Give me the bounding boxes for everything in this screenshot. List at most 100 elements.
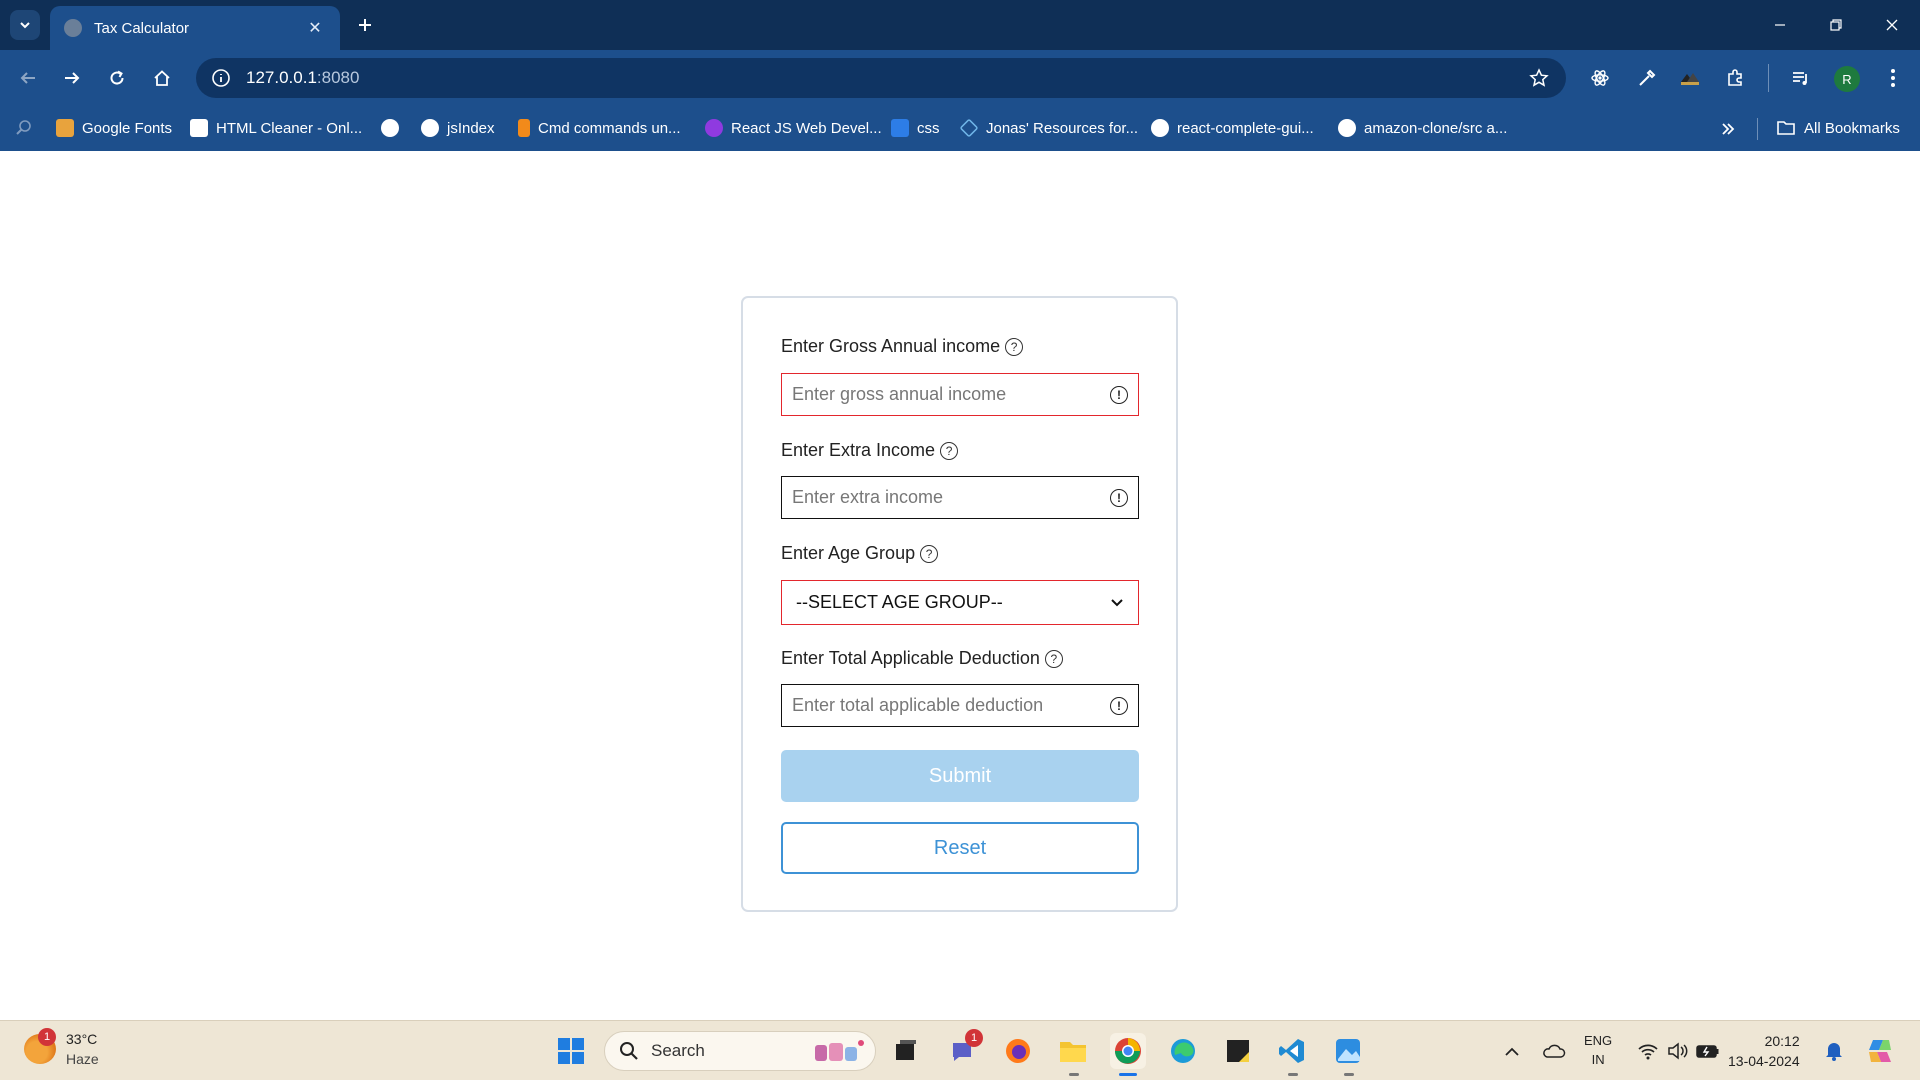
extra-income-label: Enter Extra Income ?: [781, 440, 959, 461]
bookmark-google-fonts[interactable]: Google Fonts: [56, 115, 172, 141]
media-controls-button[interactable]: [1786, 63, 1816, 93]
more-bookmarks-button[interactable]: [1716, 118, 1740, 140]
submit-button[interactable]: Submit: [781, 750, 1139, 802]
bookmark-unnamed[interactable]: [381, 115, 399, 141]
speaker-icon: [1668, 1042, 1688, 1060]
double-chevron-right-icon: [1722, 123, 1735, 135]
show-hidden-icons-button[interactable]: [1494, 1033, 1530, 1069]
jsindex-icon: [421, 119, 439, 137]
site-info-icon[interactable]: [208, 65, 234, 91]
search-icon: [620, 1042, 638, 1060]
css-icon: [891, 119, 909, 137]
chrome-menu-button[interactable]: [1878, 63, 1908, 93]
running-indicator: [1069, 1073, 1079, 1076]
bell-icon: [1826, 1043, 1842, 1061]
globe-icon: [64, 19, 82, 37]
teams-chat-button[interactable]: 1: [945, 1029, 983, 1069]
language-indicator[interactable]: ENG IN: [1584, 1031, 1612, 1069]
search-icon[interactable]: [14, 118, 34, 138]
photos-button[interactable]: [1330, 1033, 1366, 1069]
vscode-button[interactable]: [1274, 1033, 1310, 1069]
react-devtools-extension[interactable]: [1585, 63, 1615, 93]
system-clock[interactable]: 20:12 13-04-2024: [1728, 1031, 1800, 1071]
forward-button[interactable]: [57, 63, 87, 93]
help-icon[interactable]: ?: [1044, 649, 1063, 668]
bookmark-jsindex[interactable]: jsIndex: [421, 115, 495, 141]
bookmark-html-cleaner[interactable]: HTML Cleaner - Onl...: [190, 115, 362, 141]
windows-logo-icon: [558, 1038, 584, 1064]
restore-button[interactable]: [1808, 0, 1864, 50]
browser-title-bar: Tax Calculator ✕: [0, 0, 1920, 50]
task-view-icon: [896, 1040, 916, 1060]
help-icon[interactable]: ?: [1005, 337, 1024, 356]
back-button[interactable]: [13, 63, 43, 93]
start-button[interactable]: [553, 1033, 589, 1069]
reload-icon: [110, 70, 124, 85]
battery-charging-icon: [1696, 1045, 1719, 1058]
weather-widget[interactable]: 1 33°C Haze: [24, 1028, 99, 1069]
reset-button[interactable]: Reset: [781, 822, 1139, 874]
bookmarks-bar: Google Fonts HTML Cleaner - Onl... jsInd…: [0, 106, 1920, 151]
edge-button[interactable]: [1165, 1033, 1201, 1069]
bookmark-label: React JS Web Devel...: [731, 119, 882, 137]
bookmark-label: css: [917, 119, 940, 137]
taskbar-search-label: Search: [651, 1041, 705, 1060]
bookmark-cmd-commands[interactable]: Cmd commands un...: [518, 115, 681, 141]
gross-income-label: Enter Gross Annual income ?: [781, 336, 1024, 357]
eyedropper-icon: [1639, 69, 1656, 86]
task-view-button[interactable]: [888, 1033, 924, 1069]
extension-button[interactable]: [1675, 63, 1705, 93]
color-picker-extension[interactable]: [1632, 63, 1662, 93]
file-explorer-button[interactable]: [1055, 1033, 1091, 1069]
url-port: :8080: [316, 68, 360, 87]
playlist-icon: [1793, 72, 1807, 85]
all-bookmarks-button[interactable]: All Bookmarks: [1776, 115, 1900, 141]
copilot-button[interactable]: [1862, 1033, 1898, 1069]
sticky-notes-button[interactable]: [1220, 1033, 1256, 1069]
extensions-button[interactable]: [1720, 63, 1750, 93]
github-icon: [1151, 119, 1169, 137]
battery-button[interactable]: [1690, 1033, 1726, 1069]
onedrive-button[interactable]: [1536, 1033, 1572, 1069]
bookmark-react-complete-guide[interactable]: react-complete-gui...: [1151, 115, 1314, 141]
new-tab-button[interactable]: [350, 10, 380, 40]
tab-search-button[interactable]: [10, 10, 40, 40]
browser-toolbar: 127.0.0.1 :8080 R: [0, 50, 1920, 106]
gross-income-input[interactable]: Enter gross annual income !: [781, 373, 1139, 416]
home-button[interactable]: [147, 63, 177, 93]
tab-tax-calculator[interactable]: Tax Calculator ✕: [50, 6, 340, 50]
bookmark-jonas-resources[interactable]: Jonas' Resources for...: [959, 115, 1138, 141]
bookmark-amazon-clone[interactable]: amazon-clone/src a...: [1338, 115, 1507, 141]
toolbar-divider: [1768, 64, 1769, 92]
search-highlight-icon: [815, 1040, 864, 1061]
address-bar[interactable]: 127.0.0.1 :8080: [196, 58, 1566, 98]
tax-calculator-form: Enter Gross Annual income ? Enter gross …: [741, 296, 1178, 912]
bookmark-css[interactable]: css: [891, 115, 940, 141]
atom-icon: [1591, 70, 1609, 86]
taskbar-search[interactable]: Search: [604, 1031, 876, 1071]
age-group-select[interactable]: --SELECT AGE GROUP--: [781, 580, 1139, 625]
bookmark-label: Cmd commands un...: [538, 119, 681, 137]
error-info-icon[interactable]: !: [1110, 385, 1128, 404]
chrome-button[interactable]: [1110, 1033, 1146, 1069]
reload-button[interactable]: [102, 63, 132, 93]
clock-date: 13-04-2024: [1728, 1053, 1800, 1069]
profile-avatar[interactable]: R: [1834, 66, 1860, 92]
extra-income-input[interactable]: Enter extra income !: [781, 476, 1139, 519]
error-info-icon[interactable]: !: [1110, 488, 1128, 507]
bookmark-label: react-complete-gui...: [1177, 119, 1314, 137]
sun-haze-icon: 1: [24, 1028, 56, 1064]
help-icon[interactable]: ?: [920, 544, 939, 563]
edge-icon: [1171, 1039, 1195, 1063]
bookmark-react-js[interactable]: React JS Web Devel...: [705, 115, 882, 141]
notifications-button[interactable]: [1816, 1033, 1852, 1069]
minimize-button[interactable]: [1752, 0, 1808, 50]
close-window-button[interactable]: [1864, 0, 1920, 50]
tab-close-icon[interactable]: ✕: [304, 18, 326, 38]
error-info-icon[interactable]: !: [1110, 696, 1128, 715]
help-icon[interactable]: ?: [940, 441, 959, 460]
deduction-input[interactable]: Enter total applicable deduction !: [781, 684, 1139, 727]
bookmark-star-icon[interactable]: [1526, 65, 1552, 91]
firefox-button[interactable]: [1000, 1033, 1036, 1069]
vscode-icon: [1279, 1039, 1304, 1063]
